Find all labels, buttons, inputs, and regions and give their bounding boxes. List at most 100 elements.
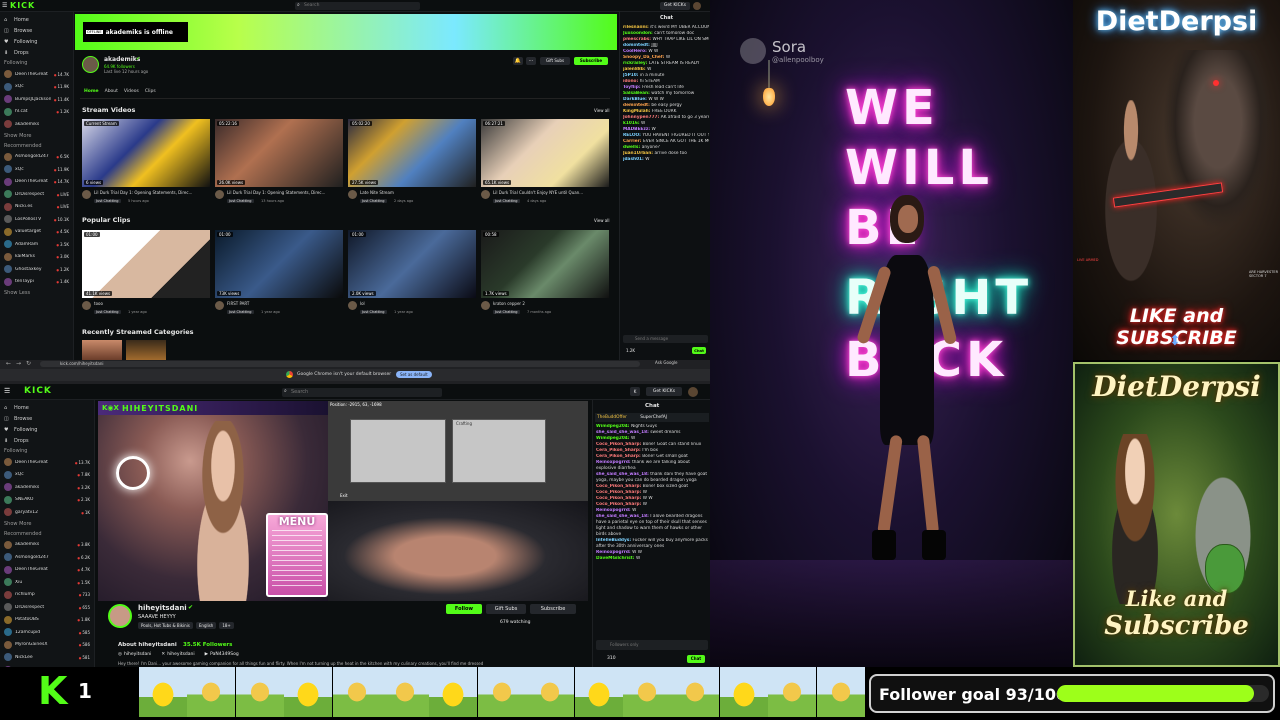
bottom-chat-user[interactable]: she_said_she_was_18: xyxy=(596,514,650,519)
search-bar[interactable]: ⌕ Search xyxy=(295,2,420,10)
bottom-recommended-channel-item[interactable]: MyronGainesX 586 xyxy=(0,639,94,652)
video-category[interactable]: Just Chatting xyxy=(360,199,387,203)
top-chat-user[interactable]: DarkBlue: xyxy=(623,97,648,102)
bottom-gift-subs-button[interactable]: Gift Subs xyxy=(486,604,526,614)
top-chat-user[interactable]: Juan1Urban: xyxy=(623,151,654,156)
get-kicks-button[interactable]: Get KICKs xyxy=(660,2,690,10)
top-chat-user[interactable]: SalsaBean: xyxy=(623,91,651,96)
channel-avatar[interactable] xyxy=(82,56,99,73)
video-card[interactable]: Current Stream 6 views Lil Durk Trial Day … xyxy=(82,119,210,211)
video-thumbnail[interactable]: Current Stream 6 views xyxy=(82,119,210,187)
top-nav-browse[interactable]: ◫ Browse xyxy=(0,25,73,36)
stream-tag[interactable]: Pools, Hot Tubs & Bikinis xyxy=(138,622,193,629)
top-recommended-channel-item[interactable]: AdamRam 3.5K xyxy=(0,238,73,251)
bottom-recommended-channel-item[interactable]: akademiks 3.8K xyxy=(0,539,94,552)
clip-thumbnail[interactable]: 01:00 73K views xyxy=(215,230,343,298)
top-chat-user[interactable]: demintedt: xyxy=(623,103,651,108)
bottom-following-channel-item[interactable]: DeenTheGreat 13.7K xyxy=(0,456,94,469)
top-recommended-channel-item[interactable]: Nicki.es LIVE xyxy=(0,201,73,214)
ask-google-button[interactable]: Ask Google xyxy=(655,360,678,365)
bottom-chat-user[interactable]: Coco_Pikon_Sharp: xyxy=(596,496,643,501)
top-recommended-channel-item[interactable]: Ghostaxkey 1.2K xyxy=(0,263,73,276)
video-player[interactable]: K◉X HIHEYITSDANI MENU Position: -2915, 6… xyxy=(98,401,588,601)
clip-card[interactable]: 00:58 1.7K views kraton cepper 2 Just Chatt… xyxy=(481,230,609,322)
top-recommended-channel-item[interactable]: tenTaypi 1.4K xyxy=(0,276,73,289)
clip-card[interactable]: 01:00 2.0K views lol Just Chatting 1 year ag… xyxy=(348,230,476,322)
bottom-following-channel-item[interactable]: akademiks 3.2K xyxy=(0,481,94,494)
social-link[interactable]: ◎ hiheyitsdani xyxy=(118,652,151,657)
top-nav-following[interactable]: ♥ Following xyxy=(0,36,73,47)
top-chat-user[interactable]: idono: xyxy=(623,79,640,84)
bottom-chat-user[interactable]: Coco_Pikon_Sharp: xyxy=(596,502,643,507)
top-show-less[interactable]: Show Less xyxy=(0,288,73,298)
top-chat-user[interactable]: Johnnypen777: xyxy=(623,115,661,120)
stream-videos-view-all[interactable]: View all xyxy=(594,108,609,113)
video-card[interactable]: 05:22:16 26.0K views Lil Durk Trial Day 1:… xyxy=(215,119,343,211)
stream-tag[interactable]: English xyxy=(195,622,217,629)
bottom-get-kicks-button[interactable]: Get KICKs xyxy=(646,387,682,396)
follow-button[interactable]: Follow xyxy=(446,604,482,614)
recent-category-card[interactable] xyxy=(82,340,122,360)
social-link[interactable]: ▶ PaN4349Sog xyxy=(205,652,239,657)
top-nav-drops[interactable]: ⬇ Drops xyxy=(0,47,73,58)
bottom-chat-user[interactable]: Coco_Pikon_Sharp: xyxy=(596,484,643,489)
bottom-recommended-channel-item[interactable]: richlump 733 xyxy=(0,589,94,602)
top-recommended-channel-item[interactable]: LosPollosTV 10.1K xyxy=(0,213,73,226)
bottom-recommended-channel-item[interactable]: 12amcupid 585 xyxy=(0,626,94,639)
bottom-following-channel-item[interactable]: garyatv12 1K xyxy=(0,506,94,519)
bottom-chat-user[interactable]: she_said_she_was_18: xyxy=(596,430,650,435)
bottom-recommended-channel-item[interactable]: Xiu 1.5K xyxy=(0,576,94,589)
top-chat-user[interactable]: pmescrabs: xyxy=(623,37,652,42)
bottom-chat-user[interactable]: Wimdpeg204: xyxy=(596,424,631,429)
top-recommended-channel-item[interactable]: kaiMarks 3.0K xyxy=(0,251,73,264)
top-chat-user[interactable]: rilesnaiini: xyxy=(623,25,650,30)
clip-thumbnail[interactable]: 01:00 2.0K views xyxy=(348,230,476,298)
top-chat-user[interactable]: rickrailey: xyxy=(623,61,649,66)
top-chat-user[interactable]: jdash01: xyxy=(623,157,645,162)
clip-card[interactable]: 01:00 41.1K views tooo Just Chatting 1 year … xyxy=(82,230,210,322)
top-following-channel-item[interactable]: akademiks xyxy=(0,118,73,131)
bottom-following-channel-item[interactable]: SNEAKO 2.1K xyxy=(0,494,94,507)
bottom-chat-user[interactable]: IntelleBuddys: xyxy=(596,538,633,543)
top-show-more[interactable]: Show More xyxy=(0,131,73,141)
menu-icon[interactable]: ☰ xyxy=(2,2,7,9)
clip-card[interactable]: 01:00 73K views FIRST PART Just Chatting 1 y… xyxy=(215,230,343,322)
top-chat-user[interactable]: KingMulah: xyxy=(623,109,652,114)
bottom-chat-input[interactable]: Followers only xyxy=(596,640,708,650)
popular-clips-view-all[interactable]: View all xyxy=(594,218,609,223)
bottom-recommended-channel-item[interactable]: PotatoOBS 1.8K xyxy=(0,614,94,627)
bottom-chat-user[interactable]: Reinoxpogrrd: xyxy=(596,460,632,465)
video-thumbnail[interactable]: 06:27:21 65.1K views xyxy=(481,119,609,187)
video-card[interactable]: 06:27:21 65.1K views Lil Durk Trial Couldn… xyxy=(481,119,609,211)
top-nav-home[interactable]: ⌂ Home xyxy=(0,14,73,25)
address-bar[interactable]: kick.com/hiheyitsdani xyxy=(40,361,640,367)
clip-category[interactable]: Just Chatting xyxy=(360,310,387,314)
top-recommended-channel-item[interactable]: valuetarget 4.5K xyxy=(0,226,73,239)
top-chat-user[interactable]: MADBEEzz: xyxy=(623,127,652,132)
bottom-recommended-channel-item[interactable]: NickLee 581 xyxy=(0,651,94,664)
bottom-search-bar[interactable]: ⌕ Search xyxy=(282,388,442,397)
top-chat-user[interactable]: J5P10: xyxy=(623,73,640,78)
kick-logo[interactable]: KICK xyxy=(10,1,35,10)
bottom-chat-user[interactable]: Reinoxpogrrd: xyxy=(596,508,632,513)
gift-subs-button[interactable]: Gift Subs xyxy=(540,57,570,65)
tab-home[interactable]: Home xyxy=(84,89,99,94)
bottom-nav-home[interactable]: ⌂ Home xyxy=(0,402,94,413)
bottom-user-avatar[interactable] xyxy=(688,387,698,397)
bottom-chat-user[interactable]: Wimdpeg204: xyxy=(596,436,631,441)
top-following-channel-item[interactable]: xQc 11.9K xyxy=(0,81,73,94)
top-following-channel-item[interactable]: hl.cat 1.2K xyxy=(0,106,73,119)
bottom-chat-user[interactable]: Coco_Pikon_Sharp: xyxy=(596,442,643,447)
bottom-chat-send-button[interactable]: Chat xyxy=(687,655,705,663)
bottom-chat-user[interactable]: Coco_Pikon_Sharp: xyxy=(596,490,643,495)
bottom-nav-drops[interactable]: ⬇ Drops xyxy=(0,435,94,446)
top-recommended-channel-item[interactable]: Asmongold247 6.5K xyxy=(0,151,73,164)
tab-videos[interactable]: Videos xyxy=(124,89,139,94)
more-icon[interactable]: ⋯ xyxy=(526,57,536,65)
top-chat-user[interactable]: Carrier: xyxy=(623,139,643,144)
top-recommended-channel-item[interactable]: DrDisrespect LIVE xyxy=(0,188,73,201)
bottom-show-more[interactable]: Show More xyxy=(0,519,94,529)
bottom-chat-user[interactable]: DaveMGilchrist: xyxy=(596,556,636,561)
top-chat-user[interactable]: Snoopy_Da_Chef: xyxy=(623,55,666,60)
bottom-recommended-channel-item[interactable]: DrDisrespect 655 xyxy=(0,601,94,614)
